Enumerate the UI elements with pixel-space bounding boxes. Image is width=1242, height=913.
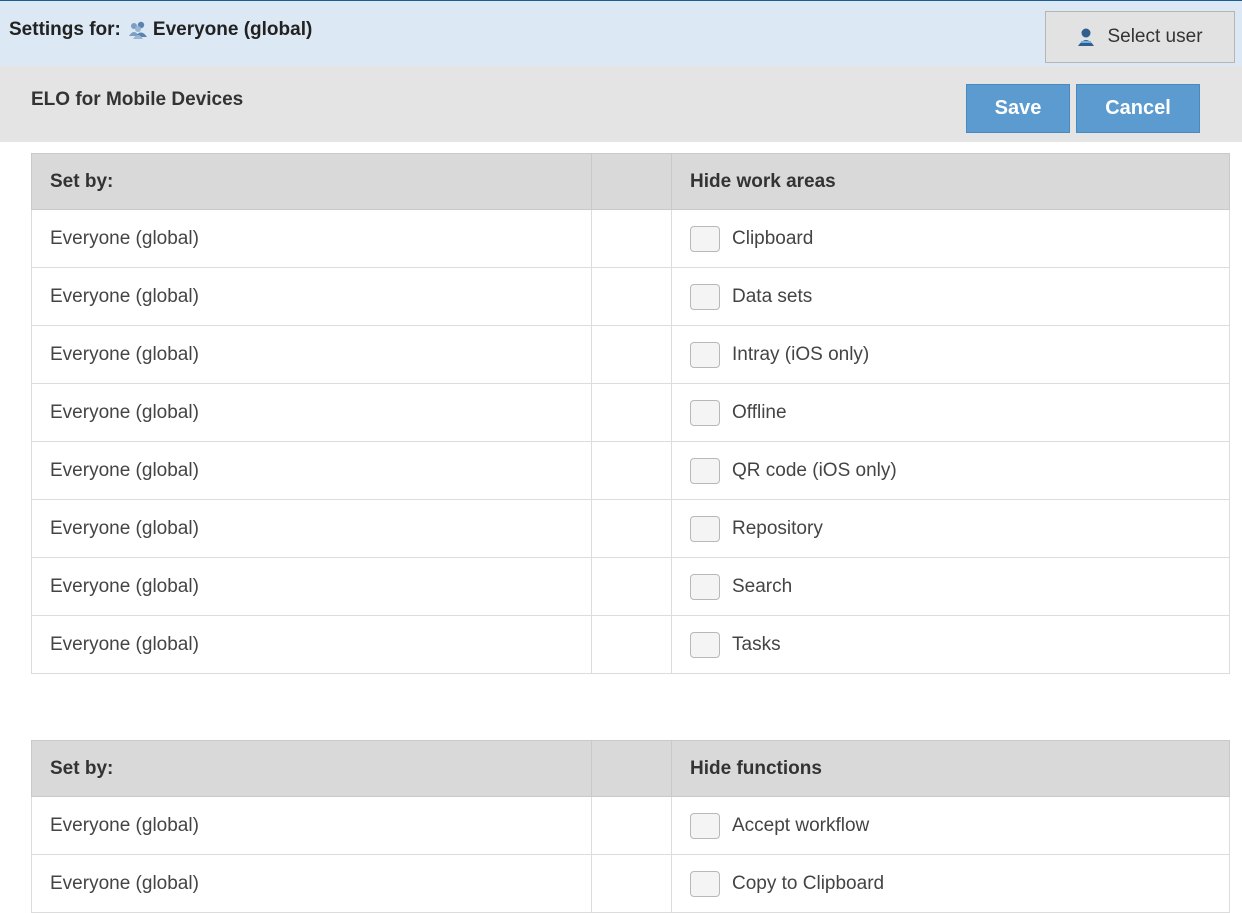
- set-by-cell: Everyone (global): [31, 557, 592, 616]
- option-cell: Offline: [671, 383, 1230, 442]
- set-by-cell: Everyone (global): [31, 499, 592, 558]
- option-checkbox[interactable]: [690, 341, 720, 368]
- spacer-cell: [591, 557, 672, 616]
- set-by-cell: Everyone (global): [31, 441, 592, 500]
- option-cell: Intray (iOS only): [671, 325, 1230, 384]
- option-label: QR code (iOS only): [732, 459, 897, 481]
- table-row: Everyone (global) Clipboard: [31, 209, 1230, 268]
- option-checkbox-wrap[interactable]: Search: [690, 573, 1229, 600]
- option-label: Repository: [732, 517, 823, 539]
- select-user-button[interactable]: Select user: [1045, 11, 1235, 63]
- select-user-label: Select user: [1107, 26, 1203, 47]
- option-checkbox-wrap[interactable]: Repository: [690, 515, 1229, 542]
- option-label: Data sets: [732, 285, 813, 307]
- option-label: Search: [732, 575, 793, 597]
- table-row: Everyone (global) Search: [31, 557, 1230, 616]
- table-header-row: Set by: Hide work areas: [31, 153, 1230, 210]
- spacer-header: [591, 153, 672, 210]
- user-icon: [1077, 27, 1095, 47]
- spacer-cell: [591, 267, 672, 326]
- table-row: Everyone (global) Tasks: [31, 615, 1230, 674]
- option-label: Intray (iOS only): [732, 343, 870, 365]
- scope-name: Everyone (global): [152, 19, 313, 40]
- spacer-header: [591, 740, 672, 797]
- option-checkbox-wrap[interactable]: Copy to Clipboard: [690, 870, 1229, 897]
- functions-table: Set by: Hide functions Everyone (global)…: [31, 740, 1230, 913]
- spacer-cell: [591, 854, 672, 913]
- table-row: Everyone (global) Copy to Clipboard: [31, 854, 1230, 913]
- option-checkbox[interactable]: [690, 573, 720, 600]
- option-label: Copy to Clipboard: [732, 872, 885, 894]
- option-checkbox-wrap[interactable]: Tasks: [690, 631, 1229, 658]
- spacer-cell: [591, 441, 672, 500]
- set-by-header: Set by:: [31, 740, 592, 797]
- option-checkbox[interactable]: [690, 812, 720, 839]
- cancel-button[interactable]: Cancel: [1076, 84, 1200, 133]
- table-row: Everyone (global) QR code (iOS only): [31, 441, 1230, 500]
- work-areas-table: Set by: Hide work areas Everyone (global…: [31, 153, 1230, 674]
- option-checkbox-wrap[interactable]: Offline: [690, 399, 1229, 426]
- spacer-cell: [591, 615, 672, 674]
- table-row: Everyone (global) Data sets: [31, 267, 1230, 326]
- spacer-cell: [591, 209, 672, 268]
- option-checkbox[interactable]: [690, 515, 720, 542]
- settings-for-text: Settings for:: [9, 19, 121, 40]
- module-title: ELO for Mobile Devices: [31, 89, 244, 110]
- spacer-cell: [591, 383, 672, 442]
- option-cell: Data sets: [671, 267, 1230, 326]
- option-checkbox[interactable]: [690, 870, 720, 897]
- option-checkbox[interactable]: [690, 457, 720, 484]
- option-label: Tasks: [732, 633, 781, 655]
- option-checkbox[interactable]: [690, 399, 720, 426]
- option-checkbox[interactable]: [690, 225, 720, 252]
- option-checkbox[interactable]: [690, 631, 720, 658]
- set-by-header: Set by:: [31, 153, 592, 210]
- option-checkbox-wrap[interactable]: Accept workflow: [690, 812, 1229, 839]
- spacer-cell: [591, 499, 672, 558]
- settings-for-label: Settings for: Everyone (global): [9, 19, 312, 41]
- option-label: Offline: [732, 401, 787, 423]
- save-button[interactable]: Save: [966, 84, 1070, 133]
- option-label: Accept workflow: [732, 814, 870, 836]
- group-icon: [127, 20, 149, 40]
- option-label: Clipboard: [732, 227, 814, 249]
- module-toolbar: ELO for Mobile Devices Save Cancel: [0, 66, 1242, 142]
- option-cell: Repository: [671, 499, 1230, 558]
- option-cell: Tasks: [671, 615, 1230, 674]
- option-checkbox[interactable]: [690, 283, 720, 310]
- hide-functions-header: Hide functions: [671, 740, 1230, 797]
- option-cell: QR code (iOS only): [671, 441, 1230, 500]
- spacer-cell: [591, 325, 672, 384]
- spacer-cell: [591, 796, 672, 855]
- option-cell: Clipboard: [671, 209, 1230, 268]
- set-by-cell: Everyone (global): [31, 267, 592, 326]
- option-cell: Accept workflow: [671, 796, 1230, 855]
- option-checkbox-wrap[interactable]: QR code (iOS only): [690, 457, 1229, 484]
- option-checkbox-wrap[interactable]: Data sets: [690, 283, 1229, 310]
- settings-header: Settings for: Everyone (global) Select u…: [0, 0, 1242, 66]
- set-by-cell: Everyone (global): [31, 854, 592, 913]
- table-row: Everyone (global) Offline: [31, 383, 1230, 442]
- set-by-cell: Everyone (global): [31, 383, 592, 442]
- option-cell: Search: [671, 557, 1230, 616]
- set-by-cell: Everyone (global): [31, 796, 592, 855]
- set-by-cell: Everyone (global): [31, 209, 592, 268]
- hide-work-areas-header: Hide work areas: [671, 153, 1230, 210]
- option-checkbox-wrap[interactable]: Clipboard: [690, 225, 1229, 252]
- table-row: Everyone (global) Accept workflow: [31, 796, 1230, 855]
- table-row: Everyone (global) Repository: [31, 499, 1230, 558]
- table-header-row: Set by: Hide functions: [31, 740, 1230, 797]
- set-by-cell: Everyone (global): [31, 325, 592, 384]
- option-checkbox-wrap[interactable]: Intray (iOS only): [690, 341, 1229, 368]
- option-cell: Copy to Clipboard: [671, 854, 1230, 913]
- set-by-cell: Everyone (global): [31, 615, 592, 674]
- table-row: Everyone (global) Intray (iOS only): [31, 325, 1230, 384]
